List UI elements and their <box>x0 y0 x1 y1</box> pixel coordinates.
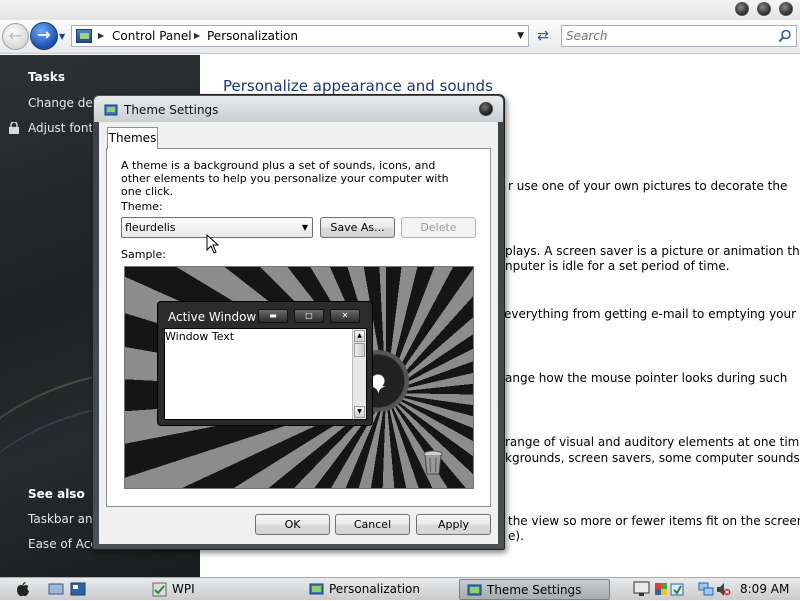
theme-select-value: fleurdelis <box>125 221 176 234</box>
sample-label: Sample: <box>121 248 166 261</box>
taskbar-item-label: Theme Settings <box>487 583 582 597</box>
security-shield-icon[interactable] <box>654 582 668 597</box>
breadcrumb-separator-icon[interactable]: ▶ <box>194 31 200 40</box>
scroll-up-icon: ▲ <box>354 330 365 342</box>
address-field[interactable]: ▶ Control Panel ▶ Personalization ▼ <box>71 25 529 47</box>
taskbar-item-theme-settings[interactable]: Theme Settings <box>459 579 610 600</box>
mouse-cursor-icon <box>206 234 219 254</box>
personalization-icon <box>309 583 324 595</box>
scroll-down-icon: ▼ <box>354 406 365 418</box>
explorer-titlebar <box>0 0 800 20</box>
back-arrow-icon: ← <box>8 26 23 45</box>
page-title: Personalize appearance and sounds <box>223 77 493 95</box>
theme-label: Theme: <box>121 200 163 213</box>
breadcrumb-separator-icon[interactable]: ▶ <box>98 31 104 40</box>
content-text: everything from getting e-mail to emptyi… <box>504 307 797 321</box>
address-bar-area: ← → ▼ ▶ Control Panel ▶ Personalization … <box>0 20 800 54</box>
recycle-bin-icon <box>423 450 443 475</box>
see-also-heading: See also <box>28 487 85 501</box>
theme-icon <box>467 584 482 596</box>
shield-icon <box>9 122 19 134</box>
see-also-link-taskbar[interactable]: Taskbar and <box>28 512 100 526</box>
minimize-button[interactable] <box>735 2 749 16</box>
clock: 8:09 AM <box>740 582 790 596</box>
taskbar: WPI Personalization Theme Settings 8:09 … <box>0 577 800 600</box>
content-text: r use one of your own pictures to decora… <box>508 179 788 193</box>
tray-monitor-icon[interactable] <box>633 581 651 598</box>
dialog-title: Theme Settings <box>124 103 219 117</box>
show-desktop-icon[interactable] <box>48 582 64 596</box>
maximize-button[interactable] <box>757 2 771 16</box>
theme-settings-dialog: Theme Settings Themes A theme is a backg… <box>92 94 505 550</box>
theme-description: A theme is a background plus a set of so… <box>121 159 449 198</box>
network-icon[interactable] <box>698 582 714 597</box>
maximize-icon: □ <box>294 309 324 323</box>
cancel-button[interactable]: Cancel <box>335 514 410 535</box>
breadcrumb-control-panel[interactable]: Control Panel <box>112 29 192 43</box>
sample-scrollbar: ▲ ▼ <box>352 329 366 419</box>
save-as-button[interactable]: Save As... <box>320 217 395 238</box>
taskbar-item-wpi[interactable]: WPI <box>152 579 292 600</box>
sample-window-text: Window Text <box>165 330 235 343</box>
recent-pages-dropdown-icon[interactable]: ▼ <box>59 32 65 41</box>
content-text: nputer is idle for a set period of time. <box>505 259 730 273</box>
switch-windows-icon[interactable] <box>70 582 86 596</box>
content-text: the view so more or fewer items fit on t… <box>508 514 800 528</box>
content-text: plays. A screen saver is a picture or an… <box>505 244 800 258</box>
themes-tab-panel: A theme is a background plus a set of so… <box>106 148 491 507</box>
tasks-heading: Tasks <box>28 70 66 84</box>
apple-menu-icon[interactable] <box>16 582 30 597</box>
theme-sample-preview: ✦ Active Window ▬ □ ✕ Window Text ▲ ▼ <box>124 266 474 489</box>
taskbar-item-label: WPI <box>172 582 195 596</box>
dialog-close-button[interactable] <box>479 102 493 116</box>
content-text: kgrounds, screen savers, some computer s… <box>505 451 800 465</box>
dialog-titlebar[interactable]: Theme Settings <box>94 96 503 122</box>
search-input[interactable] <box>566 28 766 44</box>
close-icon: ✕ <box>330 309 360 323</box>
address-dropdown-icon[interactable]: ▼ <box>517 31 524 41</box>
dialog-body: Themes A theme is a background plus a se… <box>99 122 498 544</box>
content-text: e). <box>508 529 524 543</box>
ok-button[interactable]: OK <box>255 514 330 535</box>
search-icon[interactable] <box>778 29 792 43</box>
taskbar-item-personalization[interactable]: Personalization <box>309 579 454 600</box>
tab-themes[interactable]: Themes <box>107 127 158 149</box>
search-field[interactable] <box>561 25 797 47</box>
chevron-down-icon: ▼ <box>301 223 308 232</box>
close-button[interactable] <box>779 2 793 16</box>
theme-icon <box>104 104 118 116</box>
sample-window-body: Window Text ▲ ▼ <box>164 328 367 420</box>
update-icon[interactable] <box>670 582 684 597</box>
sample-window-title: Active Window <box>168 310 257 324</box>
apply-button[interactable]: Apply <box>416 514 491 535</box>
control-panel-icon <box>76 29 92 43</box>
scroll-thumb <box>354 343 365 357</box>
content-text: range of visual and auditory elements at… <box>505 435 800 449</box>
volume-muted-icon[interactable] <box>716 582 731 597</box>
minimize-icon: ▬ <box>258 309 288 323</box>
taskbar-item-label: Personalization <box>329 582 420 596</box>
forward-button[interactable]: → <box>30 22 58 50</box>
refresh-icon[interactable]: ⇄ <box>533 28 553 46</box>
content-text: ange how the mouse pointer looks during … <box>505 371 788 385</box>
breadcrumb-personalization[interactable]: Personalization <box>207 29 298 43</box>
back-button[interactable]: ← <box>2 23 29 50</box>
delete-button[interactable]: Delete <box>401 217 476 238</box>
wpi-icon <box>152 582 167 597</box>
sample-active-window: Active Window ▬ □ ✕ Window Text ▲ ▼ <box>157 301 373 426</box>
